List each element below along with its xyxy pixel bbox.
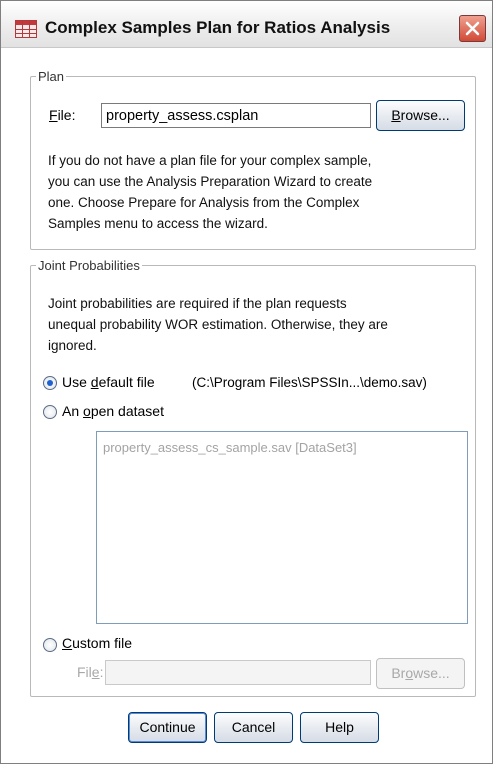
- dataset-list-item[interactable]: property_assess_cs_sample.sav [DataSet3]: [103, 440, 357, 455]
- help-button[interactable]: Help: [300, 712, 379, 743]
- title-bar[interactable]: Complex Samples Plan for Ratios Analysis: [1, 1, 492, 48]
- plan-info-line: one. Choose Prepare for Analysis from th…: [48, 195, 360, 210]
- use-default-file-label[interactable]: Use default file: [62, 374, 155, 390]
- dialog-window: Complex Samples Plan for Ratios Analysis…: [0, 0, 493, 764]
- close-button[interactable]: [459, 15, 486, 42]
- plan-group-legend: Plan: [36, 69, 67, 84]
- plan-file-label: File:: [49, 107, 76, 123]
- joint-info-line: unequal probability WOR estimation. Othe…: [48, 317, 388, 332]
- use-default-file-radio[interactable]: [43, 376, 57, 390]
- joint-info-line: ignored.: [48, 338, 97, 353]
- joint-group-legend: Joint Probabilities: [36, 258, 142, 273]
- custom-file-label[interactable]: Custom file: [62, 635, 132, 651]
- custom-file-input[interactable]: [105, 660, 371, 685]
- custom-browse-button[interactable]: Browse...: [376, 658, 465, 689]
- custom-file-field-label: File:: [77, 664, 104, 680]
- plan-info-line: Samples menu to access the wizard.: [48, 216, 268, 231]
- spss-grid-icon: [15, 20, 37, 38]
- dataset-listbox[interactable]: property_assess_cs_sample.sav [DataSet3]: [96, 431, 468, 624]
- plan-info-line: If you do not have a plan file for your …: [48, 153, 372, 168]
- continue-button[interactable]: Continue: [128, 712, 207, 743]
- close-icon: [465, 21, 480, 36]
- joint-info-text: Joint probabilities are required if the …: [39, 289, 469, 365]
- cancel-button[interactable]: Cancel: [214, 712, 293, 743]
- plan-file-input[interactable]: property_assess.csplan: [101, 103, 371, 128]
- custom-file-radio[interactable]: [43, 638, 57, 652]
- open-dataset-label[interactable]: An open dataset: [62, 403, 164, 419]
- plan-browse-button[interactable]: Browse...: [376, 100, 465, 131]
- open-dataset-radio[interactable]: [43, 405, 57, 419]
- default-file-path: (C:\Program Files\SPSSIn...\demo.sav): [192, 375, 427, 390]
- plan-info-line: you can use the Analysis Preparation Wiz…: [48, 174, 373, 189]
- plan-info-text: If you do not have a plan file for your …: [39, 143, 469, 243]
- joint-info-line: Joint probabilities are required if the …: [48, 296, 347, 311]
- window-title: Complex Samples Plan for Ratios Analysis: [45, 18, 391, 37]
